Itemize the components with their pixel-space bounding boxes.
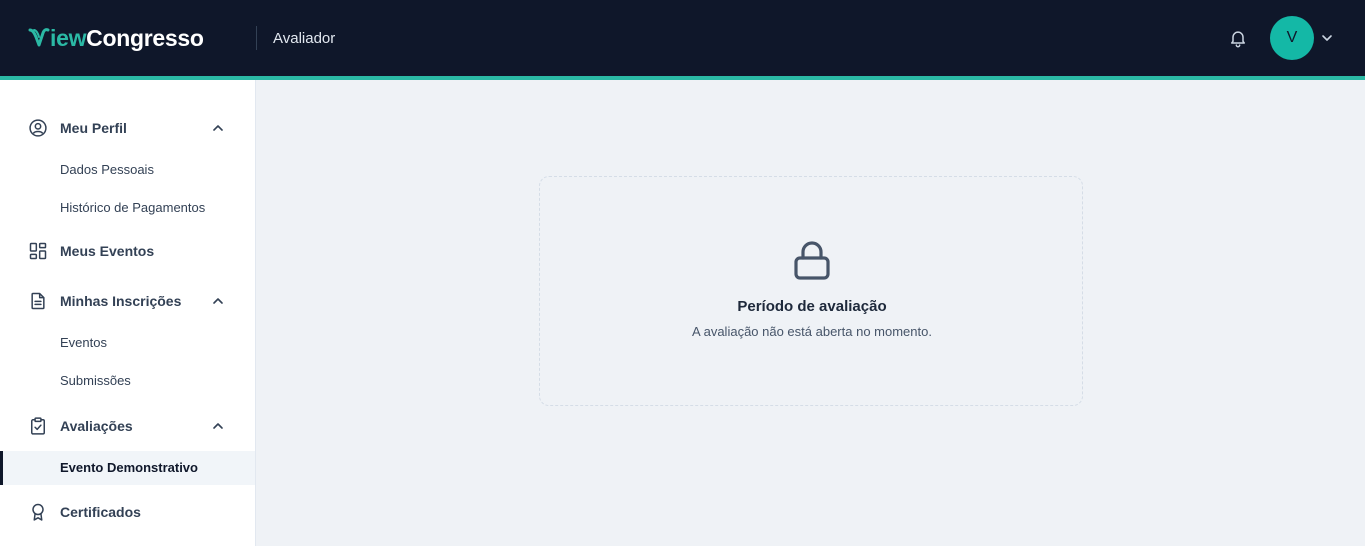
app-logo[interactable]: iewCongresso [28, 22, 204, 54]
sidebar-subitem-historico-pagamentos[interactable]: Histórico de Pagamentos [0, 191, 255, 225]
sidebar-item-label: Meus Eventos [60, 243, 155, 259]
sidebar-item-minhas-inscricoes[interactable]: Minhas Inscrições [0, 283, 255, 319]
sidebar-item-label: Certificados [60, 504, 141, 520]
sidebar-item-label: Avaliações [60, 418, 133, 434]
chevron-up-icon[interactable] [211, 419, 225, 433]
top-navbar: iewCongresso Avaliador V [0, 0, 1365, 76]
document-icon [31, 292, 45, 310]
sidebar-subitem-label: Submissões [60, 373, 131, 388]
card-title: Período de avaliação [737, 298, 887, 315]
logo-v-mark [28, 28, 50, 47]
sidebar-item-label: Meu Perfil [60, 120, 127, 136]
chevron-up-icon[interactable] [211, 294, 225, 308]
sidebar-subitem-dados-pessoais[interactable]: Dados Pessoais [0, 153, 255, 187]
sidebar-subitem-submissoes[interactable]: Submissões [0, 364, 255, 398]
user-circle-icon [29, 119, 47, 137]
logo-suffix: Congresso [86, 25, 204, 51]
clipboard-check-icon [31, 417, 45, 435]
sidebar-subitem-label: Evento Demonstrativo [60, 460, 198, 475]
grid-icon [29, 242, 47, 260]
logo-text: iewCongresso [50, 22, 204, 54]
sidebar-subitem-label: Dados Pessoais [60, 162, 154, 177]
evaluation-status-card: Período de avaliação A avaliação não est… [539, 176, 1083, 406]
lock-icon [794, 241, 830, 280]
sidebar-item-meus-eventos[interactable]: Meus Eventos [0, 233, 255, 269]
sidebar-item-label: Minhas Inscrições [60, 293, 182, 309]
logo-prefix: iew [50, 25, 87, 51]
sidebar-item-avaliacoes[interactable]: Avaliações [0, 408, 255, 444]
active-indicator [0, 451, 3, 485]
bell-icon[interactable] [1228, 28, 1248, 48]
chevron-up-icon[interactable] [211, 121, 225, 135]
header-divider [256, 26, 257, 50]
sidebar-subitem-label: Histórico de Pagamentos [60, 200, 206, 215]
sidebar-item-certificados[interactable]: Certificados [0, 494, 255, 530]
sidebar-subitem-evento-demonstrativo[interactable]: Evento Demonstrativo [0, 451, 255, 485]
award-icon [32, 503, 44, 521]
sidebar: Meu Perfil Dados Pessoais Histórico de P… [0, 80, 256, 546]
card-description: A avaliação não está aberta no momento. [692, 324, 932, 339]
sidebar-subitem-eventos[interactable]: Eventos [0, 326, 255, 360]
avatar-initial: V [1286, 29, 1298, 46]
role-label: Avaliador [273, 30, 336, 47]
chevron-down-icon[interactable] [1320, 31, 1334, 45]
avatar[interactable]: V [1270, 16, 1314, 60]
sidebar-subitem-label: Eventos [60, 335, 107, 350]
sidebar-item-meu-perfil[interactable]: Meu Perfil [0, 110, 255, 146]
